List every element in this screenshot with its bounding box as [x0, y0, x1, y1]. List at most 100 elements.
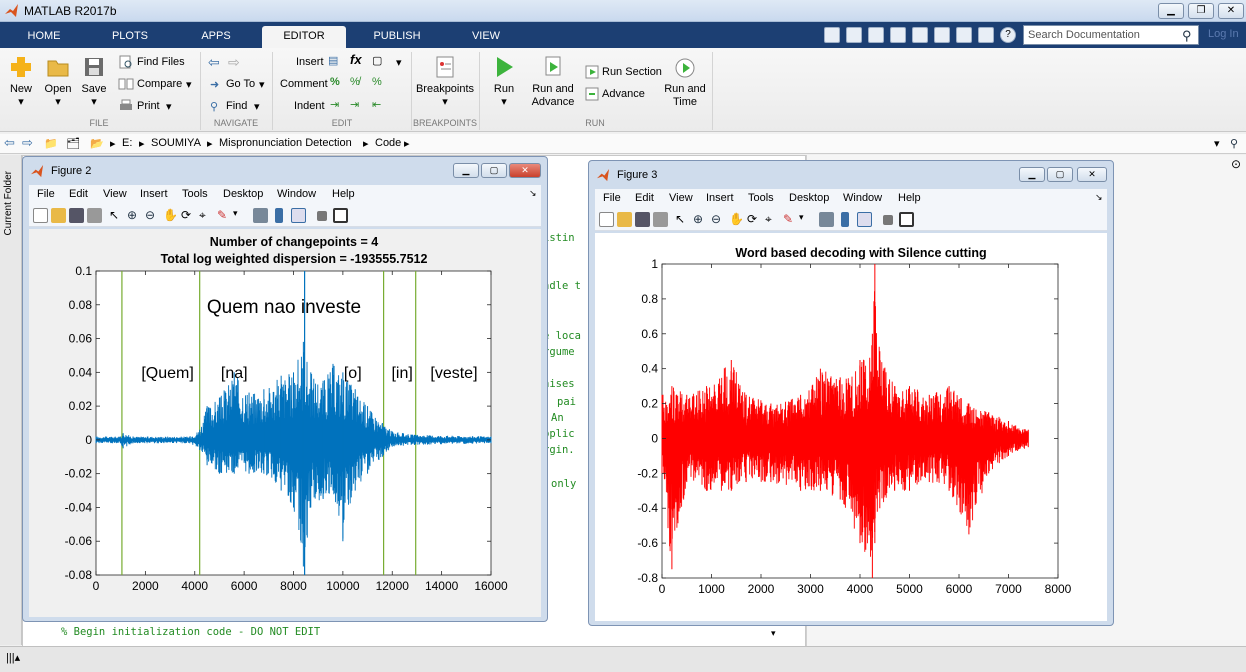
tab-editor[interactable]: EDITOR: [262, 26, 346, 48]
show-plot-tools-icon[interactable]: [899, 212, 914, 227]
open-file-icon[interactable]: [51, 208, 66, 223]
breadcrumb-item[interactable]: Code: [375, 137, 401, 149]
compare-dropdown-icon[interactable]: ▾: [186, 78, 192, 91]
menu-help[interactable]: Help: [898, 192, 921, 204]
search-icon[interactable]: ⚲: [1230, 137, 1238, 150]
tab-view[interactable]: VIEW: [456, 26, 516, 48]
increase-indent-icon[interactable]: ⇥: [350, 98, 359, 111]
figure-canvas[interactable]: Word based decoding with Silence cutting…: [595, 233, 1107, 621]
figure-maximize-button[interactable]: ▢: [481, 163, 507, 178]
undo-icon[interactable]: [934, 27, 950, 43]
open-file-icon[interactable]: [617, 212, 632, 227]
print-figure-icon[interactable]: [87, 208, 102, 223]
breadcrumb-item[interactable]: E:: [122, 137, 132, 149]
panel-options-icon[interactable]: ⊙: [1231, 157, 1241, 171]
forward-arrow-icon[interactable]: ⇨: [228, 54, 240, 71]
brush-icon[interactable]: ✎: [783, 212, 798, 227]
pointer-icon[interactable]: ↖: [675, 212, 690, 227]
colorbar-icon[interactable]: [275, 208, 283, 223]
forward-arrow-icon[interactable]: ⇨: [22, 135, 33, 151]
layout-icon[interactable]: [824, 27, 840, 43]
paste-icon[interactable]: [912, 27, 928, 43]
insert-button[interactable]: Insert: [296, 56, 324, 68]
search-documentation-input[interactable]: Search Documentation: [1023, 25, 1199, 45]
smart-indent-icon[interactable]: ⇥: [330, 98, 339, 111]
go-to-dropdown-icon[interactable]: ▾: [259, 78, 265, 91]
figure-close-button[interactable]: ✕: [1077, 167, 1107, 182]
tab-apps[interactable]: APPS: [186, 26, 246, 48]
go-to-button[interactable]: Go To: [226, 78, 255, 90]
menu-edit[interactable]: Edit: [635, 192, 654, 204]
new-button[interactable]: New ▾: [6, 54, 36, 109]
menu-window[interactable]: Window: [277, 188, 316, 200]
advance-button[interactable]: Advance: [602, 88, 645, 100]
current-folder-panel-collapsed[interactable]: Current Folder: [0, 155, 22, 645]
tab-home[interactable]: HOME: [14, 26, 74, 48]
menu-edit[interactable]: Edit: [69, 188, 88, 200]
compare-button[interactable]: Compare: [137, 78, 182, 90]
save-icon[interactable]: [846, 27, 862, 43]
back-arrow-icon[interactable]: ⇦: [4, 135, 15, 151]
legend-icon[interactable]: [291, 208, 306, 223]
rotate-icon[interactable]: ⟳: [181, 208, 196, 223]
run-and-time-button[interactable]: Run and Time: [662, 54, 708, 109]
hide-plot-tools-icon[interactable]: [317, 211, 327, 221]
redo-icon[interactable]: [956, 27, 972, 43]
legend-icon[interactable]: [857, 212, 872, 227]
breadcrumb-item[interactable]: SOUMIYA: [151, 137, 201, 149]
menu-tools[interactable]: Tools: [748, 192, 774, 204]
browse-folder-icon[interactable]: 🗂: [66, 137, 80, 150]
brush-dropdown-icon[interactable]: ▾: [799, 212, 814, 227]
pan-icon[interactable]: ✋: [163, 208, 178, 223]
close-button[interactable]: ✕: [1218, 3, 1244, 19]
editor-scroll-down-icon[interactable]: ▾: [771, 628, 776, 639]
zoom-out-icon[interactable]: ⊖: [145, 208, 160, 223]
hide-plot-tools-icon[interactable]: [883, 215, 893, 225]
print-button[interactable]: Print: [137, 100, 160, 112]
run-and-advance-button[interactable]: Run and Advance: [528, 54, 578, 109]
address-dropdown-icon[interactable]: ▾: [1214, 137, 1220, 150]
tab-plots[interactable]: PLOTS: [100, 26, 160, 48]
brush-icon[interactable]: ✎: [217, 208, 232, 223]
run-button[interactable]: Run ▾: [488, 54, 520, 109]
new-figure-icon[interactable]: [599, 212, 614, 227]
find-button[interactable]: Find: [226, 100, 247, 112]
help-icon[interactable]: ?: [1000, 27, 1016, 43]
wrap-comments-icon[interactable]: %: [372, 76, 382, 88]
figure-2-window[interactable]: Figure 2 ▁ ▢ ✕ File Edit View Insert Too…: [22, 156, 548, 622]
breadcrumb-item[interactable]: Mispronunciation Detection: [219, 137, 352, 149]
data-cursor-icon[interactable]: ⌖: [765, 212, 780, 227]
log-in-link[interactable]: Log In: [1208, 28, 1239, 40]
figure-3-window[interactable]: Figure 3 ▁ ▢ ✕ File Edit View Insert Too…: [588, 160, 1114, 626]
menu-desktop[interactable]: Desktop: [223, 188, 263, 200]
insert-dropdown-icon[interactable]: ▾: [396, 56, 402, 69]
pointer-icon[interactable]: ↖: [109, 208, 124, 223]
menu-dock-icon[interactable]: ↘: [529, 188, 537, 199]
comment-button[interactable]: Comment: [280, 78, 328, 90]
run-section-button[interactable]: Run Section: [602, 66, 662, 78]
decrease-indent-icon[interactable]: ⇤: [372, 98, 381, 111]
figure-minimize-button[interactable]: ▁: [1019, 167, 1045, 182]
menu-file[interactable]: File: [603, 192, 621, 204]
figure-close-button[interactable]: ✕: [509, 163, 541, 178]
restore-button[interactable]: ❐: [1188, 3, 1214, 19]
zoom-out-icon[interactable]: ⊖: [711, 212, 726, 227]
minimize-button[interactable]: ▁: [1158, 3, 1184, 19]
rotate-icon[interactable]: ⟳: [747, 212, 762, 227]
insert-function-icon[interactable]: ▢: [372, 54, 382, 67]
menu-help[interactable]: Help: [332, 188, 355, 200]
back-arrow-icon[interactable]: ⇦: [208, 54, 220, 71]
insert-section-icon[interactable]: ▤: [328, 54, 338, 67]
cut-icon[interactable]: [868, 27, 884, 43]
menu-file[interactable]: File: [37, 188, 55, 200]
menu-window[interactable]: Window: [843, 192, 882, 204]
figure-2-axes[interactable]: Number of changepoints = 4 Total log wei…: [29, 229, 541, 617]
figure-minimize-button[interactable]: ▁: [453, 163, 479, 178]
print-dropdown-icon[interactable]: ▾: [166, 100, 172, 113]
fx-icon[interactable]: fx: [350, 52, 362, 67]
figure-3-axes[interactable]: Word based decoding with Silence cutting…: [595, 233, 1107, 621]
data-cursor-icon[interactable]: ⌖: [199, 208, 214, 223]
uncomment-icon[interactable]: %̸: [350, 76, 360, 88]
print-figure-icon[interactable]: [653, 212, 668, 227]
new-figure-icon[interactable]: [33, 208, 48, 223]
